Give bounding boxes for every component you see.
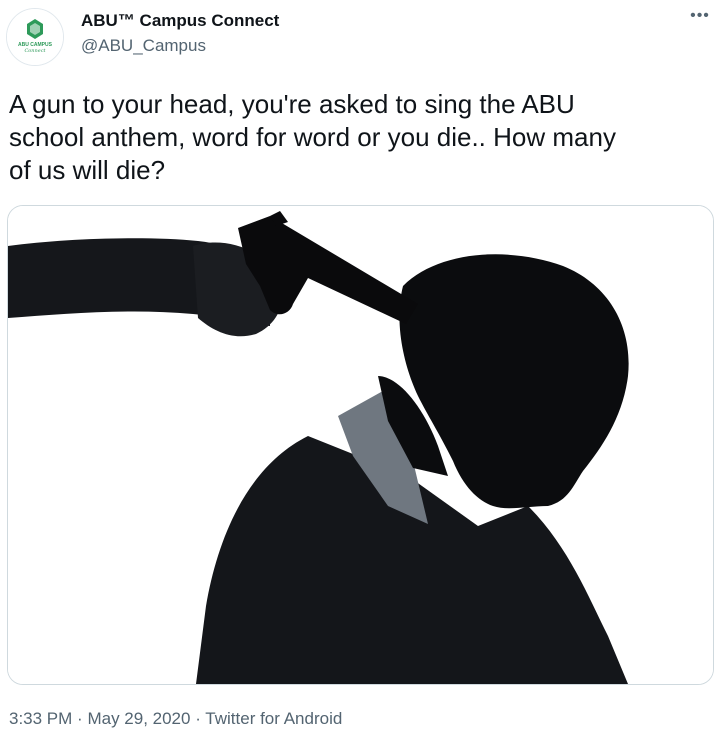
author-handle[interactable]: @ABU_Campus — [81, 35, 279, 57]
tweet-source[interactable]: Twitter for Android — [205, 709, 342, 728]
tweet-date[interactable]: May 29, 2020 — [87, 709, 190, 728]
avatar[interactable]: ABU CAMPUS Connect — [6, 8, 64, 66]
tweet-photo[interactable] — [7, 205, 714, 685]
author-names: ABU™ Campus Connect @ABU_Campus — [81, 10, 279, 57]
meta-separator: · — [77, 709, 83, 728]
ellipsis-icon: ••• — [690, 7, 710, 24]
silhouette-gun-to-head-image — [8, 206, 713, 684]
tweet-header: ABU CAMPUS Connect ABU™ Campus Connect @… — [0, 0, 721, 70]
author-display-name[interactable]: ABU™ Campus Connect — [81, 10, 279, 32]
tweet-time[interactable]: 3:33 PM — [9, 709, 72, 728]
tweet-text: A gun to your head, you're asked to sing… — [9, 89, 616, 185]
tweet-meta: 3:33 PM · May 29, 2020 · Twitter for And… — [9, 708, 342, 730]
abu-campus-logo-icon: ABU CAMPUS Connect — [7, 9, 63, 65]
more-options-button[interactable]: ••• — [687, 8, 713, 28]
logo-script: Connect — [24, 48, 46, 54]
meta-separator: · — [195, 709, 201, 728]
